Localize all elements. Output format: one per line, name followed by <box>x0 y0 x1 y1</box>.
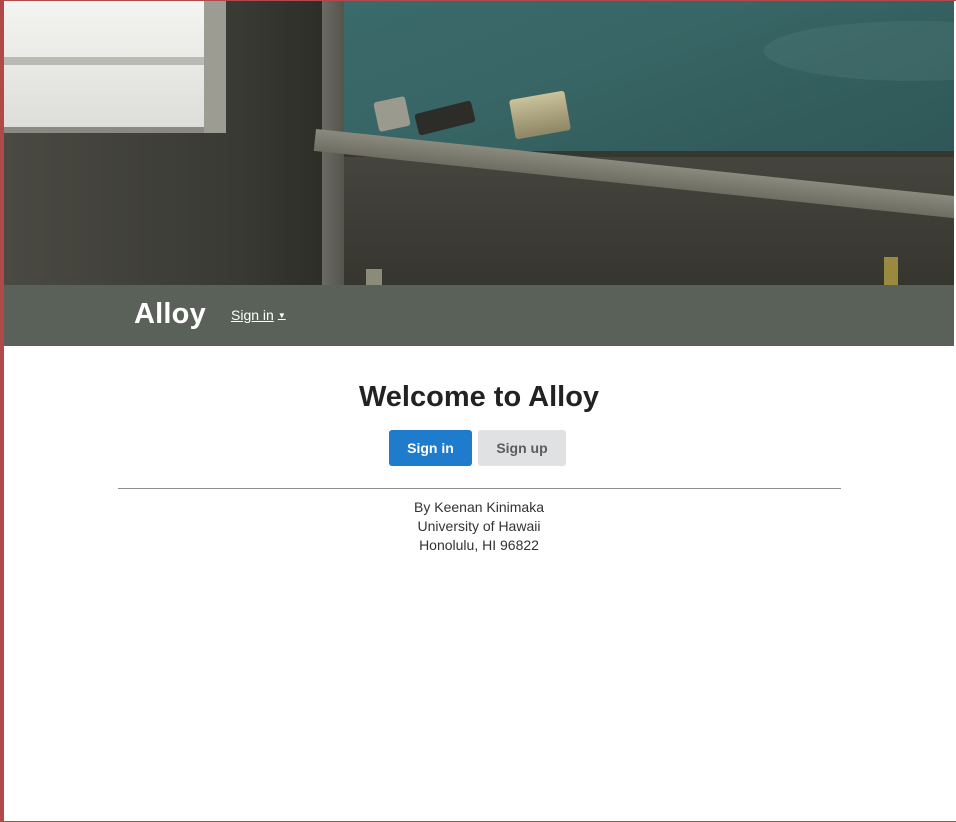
institution-text: University of Hawaii <box>417 518 541 534</box>
hero-window <box>4 1 226 133</box>
hero-image <box>4 1 954 285</box>
hero-outlet <box>884 257 898 285</box>
hero-outlet <box>366 269 382 285</box>
page-title: Welcome to Alloy <box>358 381 600 413</box>
caret-down-icon: ▼ <box>277 310 286 320</box>
divider <box>118 488 841 489</box>
navbar: Alloy Sign in ▼ <box>4 285 954 346</box>
author-text: By Keenan Kinimaka <box>414 499 544 515</box>
brand-logo[interactable]: Alloy <box>134 298 206 331</box>
signup-button[interactable]: Sign up <box>478 430 566 466</box>
nav-signin-dropdown[interactable]: Sign in ▼ <box>231 307 286 323</box>
page: Alloy Sign in ▼ Welcome to Alloy Sign in… <box>4 1 954 821</box>
footer-info: By Keenan Kinimaka University of Hawaii … <box>4 498 954 555</box>
nav-signin-label: Sign in <box>231 307 274 323</box>
browser-frame: Alloy Sign in ▼ Welcome to Alloy Sign in… <box>0 0 956 822</box>
location-text: Honolulu, HI 96822 <box>419 537 539 553</box>
signin-button[interactable]: Sign in <box>389 430 472 466</box>
